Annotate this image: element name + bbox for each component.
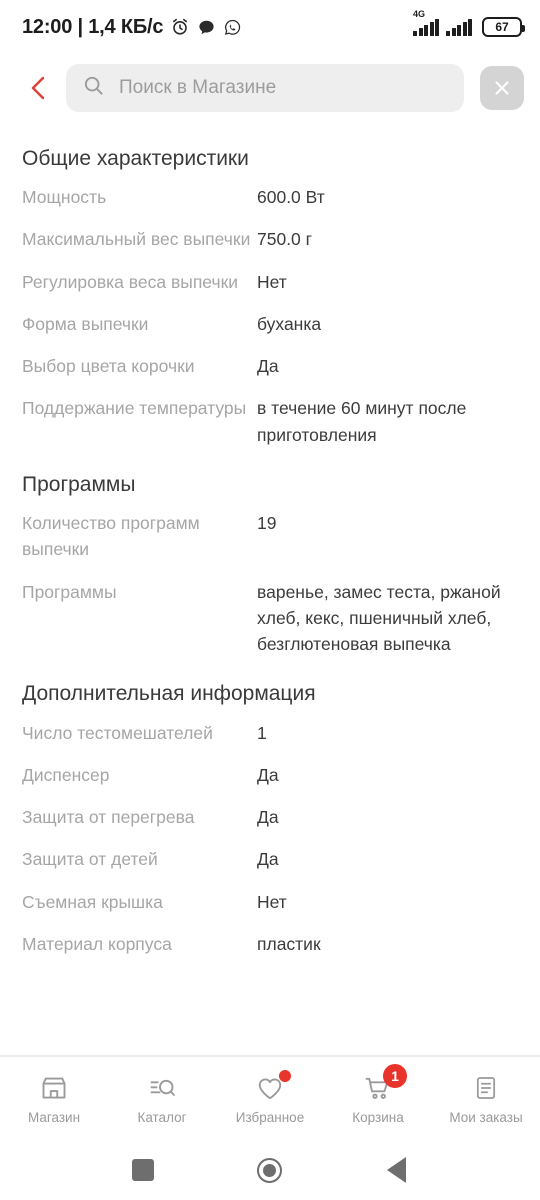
spec-row: Выбор цвета корочки Да [22,353,518,379]
spec-value: Нет [257,891,287,912]
nav-item-label: Мои заказы [449,1110,523,1126]
spec-row: Число тестомешателей 1 [22,720,518,746]
spec-value: буханка [257,313,322,334]
signal-bars-sim2-icon [446,18,472,36]
spec-row: Регулировка веса выпечки Нет [22,269,518,295]
network-type-label: 4G [413,8,426,19]
alarm-clock-icon [170,17,190,37]
nav-item-label: Корзина [352,1110,404,1126]
store-icon [34,1072,74,1104]
content-bottom-divider [0,1055,540,1056]
cart-icon: 1 [358,1064,407,1104]
spec-label: Программы [22,581,117,602]
spec-value: Да [257,807,279,828]
battery-level-label: 67 [495,20,509,34]
nav-item-магазин[interactable]: Магазин [0,1057,108,1140]
home-circle-icon[interactable] [247,1147,293,1193]
recents-square-icon[interactable] [120,1147,166,1193]
spec-label: Максимальный вес выпечки [22,229,251,250]
section-title: Общие характеристики [22,147,249,170]
status-bar: 12:00 | 1,4 КБ/с 4G 67 [0,0,540,54]
spec-label: Форма выпечки [22,313,149,334]
search-placeholder-text: Поиск в Магазине [119,77,277,98]
nav-item-избранное[interactable]: Избранное [216,1057,324,1140]
notification-dot-badge [279,1070,291,1083]
spec-label: Мощность [22,187,107,208]
status-clock-and-datarate: 12:00 | 1,4 КБ/с [22,15,164,38]
nav-item-label: Каталог [137,1110,187,1126]
nav-item-label: Магазин [27,1110,81,1126]
nav-item-мои-заказы[interactable]: Мои заказы [432,1057,540,1140]
heart-icon [250,1070,291,1104]
spec-label: Материал корпуса [22,933,172,954]
spec-label: Защита от детей [22,849,158,870]
bottom-navigation: Магазин Каталог Избранное 1 Корзина Мои заказ… [0,1056,540,1140]
spec-label: Регулировка веса выпечки [22,271,238,292]
spec-row: Программы варенье, замес теста, ржаной хл… [22,579,518,658]
spec-value: 19 [257,513,277,534]
spec-value: Да [257,764,279,785]
spec-label: Количество программ выпечки [22,513,200,560]
close-icon [495,81,509,95]
count-badge: 1 [383,1064,407,1089]
nav-item-label: Избранное [235,1110,305,1126]
catalog-search-icon [142,1072,182,1104]
spec-row: Материал корпуса пластик [22,931,518,957]
section-title: Дополнительная информация [22,682,316,706]
specifications-list[interactable]: Общие характеристики Мощность 600.0 Вт Макс… [0,122,540,1056]
spec-value: 600.0 Вт [257,187,325,208]
close-search-button[interactable] [480,66,524,110]
spec-value: Да [257,849,279,870]
spec-label: Съемная крышка [22,891,163,912]
status-bar-left: 12:00 | 1,4 КБ/с [22,16,242,39]
spec-label: Защита от перегрева [22,807,195,828]
signal-bars-sim1-icon: 4G [413,9,439,36]
status-bar-right: 4G 67 [413,9,525,37]
spec-label: Число тестомешателей [22,722,213,743]
search-input[interactable]: Поиск в Магазине [66,64,464,112]
nav-item-каталог[interactable]: Каталог [108,1057,216,1140]
spec-value: варенье, замес теста, ржаной хлеб, кекс,… [257,581,501,655]
spec-value: Да [257,356,279,377]
battery-icon: 67 [482,17,525,37]
message-bubble-icon [197,18,216,37]
spec-value: 750.0 г [257,229,313,250]
spec-row: Максимальный вес выпечки 750.0 г [22,226,518,252]
spec-label: Поддержание температуры [22,398,247,419]
spec-row: Поддержание температуры в течение 60 мину… [22,395,518,448]
spec-row: Защита от перегрева Да [22,804,518,830]
spec-value: 1 [257,722,267,743]
phone-screen: 12:00 | 1,4 КБ/с 4G 67 Поиск в Магазине … [0,0,540,1200]
nav-item-корзина[interactable]: 1 Корзина [324,1057,432,1140]
spec-row: Защита от детей Да [22,846,518,872]
spec-label: Диспенсер [22,764,110,785]
spec-row: Количество программ выпечки 19 [22,510,518,563]
spec-value: Нет [257,271,287,292]
back-triangle-icon[interactable] [374,1147,420,1193]
back-button[interactable] [18,67,60,109]
spec-row: Съемная крышка Нет [22,889,518,915]
android-system-nav [0,1140,540,1200]
spec-value: пластик [257,933,321,954]
whatsapp-icon [223,18,242,37]
spec-row: Мощность 600.0 Вт [22,184,518,210]
document-list-icon [466,1072,506,1104]
section-title: Программы [22,472,136,496]
spec-label: Выбор цвета корочки [22,356,195,377]
spec-row: Форма выпечки буханка [22,311,518,337]
spec-row: Диспенсер Да [22,762,518,788]
search-icon [82,74,105,102]
search-header: Поиск в Магазине [0,54,540,122]
spec-value: в течение 60 минут после приготовления [257,398,467,445]
